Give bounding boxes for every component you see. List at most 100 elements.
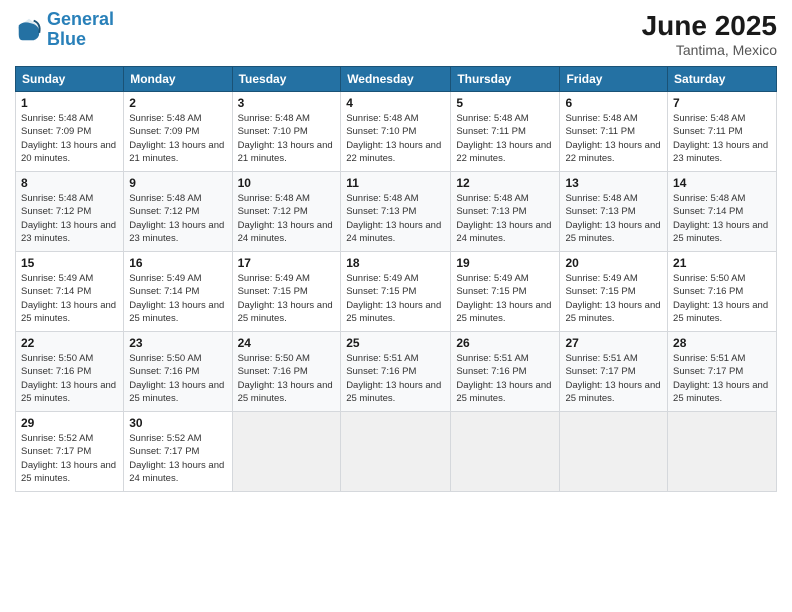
calendar-cell: 14 Sunrise: 5:48 AM Sunset: 7:14 PM Dayl…	[668, 172, 777, 252]
page-container: General Blue June 2025 Tantima, Mexico S…	[0, 0, 792, 612]
day-number: 13	[565, 176, 662, 190]
calendar-cell: 6 Sunrise: 5:48 AM Sunset: 7:11 PM Dayli…	[560, 92, 668, 172]
calendar-cell: 20 Sunrise: 5:49 AM Sunset: 7:15 PM Dayl…	[560, 252, 668, 332]
day-info: Sunrise: 5:48 AM Sunset: 7:12 PM Dayligh…	[129, 192, 226, 245]
header-monday: Monday	[124, 67, 232, 92]
day-info: Sunrise: 5:49 AM Sunset: 7:15 PM Dayligh…	[346, 272, 445, 325]
day-info: Sunrise: 5:49 AM Sunset: 7:14 PM Dayligh…	[129, 272, 226, 325]
day-number: 5	[456, 96, 554, 110]
calendar-cell	[451, 412, 560, 492]
calendar-row: 15 Sunrise: 5:49 AM Sunset: 7:14 PM Dayl…	[16, 252, 777, 332]
day-info: Sunrise: 5:51 AM Sunset: 7:16 PM Dayligh…	[346, 352, 445, 405]
day-number: 16	[129, 256, 226, 270]
day-number: 29	[21, 416, 118, 430]
day-info: Sunrise: 5:48 AM Sunset: 7:09 PM Dayligh…	[129, 112, 226, 165]
day-number: 23	[129, 336, 226, 350]
day-number: 17	[238, 256, 336, 270]
calendar-cell: 16 Sunrise: 5:49 AM Sunset: 7:14 PM Dayl…	[124, 252, 232, 332]
day-number: 8	[21, 176, 118, 190]
calendar-cell: 7 Sunrise: 5:48 AM Sunset: 7:11 PM Dayli…	[668, 92, 777, 172]
day-number: 7	[673, 96, 771, 110]
calendar-cell: 18 Sunrise: 5:49 AM Sunset: 7:15 PM Dayl…	[341, 252, 451, 332]
calendar-cell: 28 Sunrise: 5:51 AM Sunset: 7:17 PM Dayl…	[668, 332, 777, 412]
day-info: Sunrise: 5:48 AM Sunset: 7:11 PM Dayligh…	[673, 112, 771, 165]
day-info: Sunrise: 5:50 AM Sunset: 7:16 PM Dayligh…	[21, 352, 118, 405]
day-number: 24	[238, 336, 336, 350]
header-sunday: Sunday	[16, 67, 124, 92]
calendar-cell: 24 Sunrise: 5:50 AM Sunset: 7:16 PM Dayl…	[232, 332, 341, 412]
calendar-cell: 26 Sunrise: 5:51 AM Sunset: 7:16 PM Dayl…	[451, 332, 560, 412]
calendar-cell: 12 Sunrise: 5:48 AM Sunset: 7:13 PM Dayl…	[451, 172, 560, 252]
day-number: 30	[129, 416, 226, 430]
calendar-cell: 8 Sunrise: 5:48 AM Sunset: 7:12 PM Dayli…	[16, 172, 124, 252]
month-title: June 2025	[642, 10, 777, 42]
day-number: 11	[346, 176, 445, 190]
calendar-cell: 27 Sunrise: 5:51 AM Sunset: 7:17 PM Dayl…	[560, 332, 668, 412]
calendar-table: Sunday Monday Tuesday Wednesday Thursday…	[15, 66, 777, 492]
header: General Blue June 2025 Tantima, Mexico	[15, 10, 777, 58]
day-number: 21	[673, 256, 771, 270]
calendar-cell: 1 Sunrise: 5:48 AM Sunset: 7:09 PM Dayli…	[16, 92, 124, 172]
day-info: Sunrise: 5:51 AM Sunset: 7:17 PM Dayligh…	[673, 352, 771, 405]
logo-line2: Blue	[47, 30, 114, 50]
day-number: 14	[673, 176, 771, 190]
day-info: Sunrise: 5:48 AM Sunset: 7:13 PM Dayligh…	[565, 192, 662, 245]
day-number: 2	[129, 96, 226, 110]
day-info: Sunrise: 5:48 AM Sunset: 7:13 PM Dayligh…	[346, 192, 445, 245]
day-info: Sunrise: 5:49 AM Sunset: 7:14 PM Dayligh…	[21, 272, 118, 325]
day-number: 12	[456, 176, 554, 190]
logo-text: General Blue	[47, 10, 114, 50]
calendar-cell: 10 Sunrise: 5:48 AM Sunset: 7:12 PM Dayl…	[232, 172, 341, 252]
day-info: Sunrise: 5:48 AM Sunset: 7:12 PM Dayligh…	[21, 192, 118, 245]
day-info: Sunrise: 5:48 AM Sunset: 7:13 PM Dayligh…	[456, 192, 554, 245]
day-info: Sunrise: 5:51 AM Sunset: 7:17 PM Dayligh…	[565, 352, 662, 405]
day-number: 18	[346, 256, 445, 270]
logo: General Blue	[15, 10, 114, 50]
day-number: 1	[21, 96, 118, 110]
day-number: 19	[456, 256, 554, 270]
calendar-row: 22 Sunrise: 5:50 AM Sunset: 7:16 PM Dayl…	[16, 332, 777, 412]
calendar-cell: 25 Sunrise: 5:51 AM Sunset: 7:16 PM Dayl…	[341, 332, 451, 412]
calendar-cell: 29 Sunrise: 5:52 AM Sunset: 7:17 PM Dayl…	[16, 412, 124, 492]
location-subtitle: Tantima, Mexico	[642, 42, 777, 58]
calendar-cell: 13 Sunrise: 5:48 AM Sunset: 7:13 PM Dayl…	[560, 172, 668, 252]
title-block: June 2025 Tantima, Mexico	[642, 10, 777, 58]
calendar-cell: 21 Sunrise: 5:50 AM Sunset: 7:16 PM Dayl…	[668, 252, 777, 332]
day-number: 28	[673, 336, 771, 350]
calendar-cell: 11 Sunrise: 5:48 AM Sunset: 7:13 PM Dayl…	[341, 172, 451, 252]
day-info: Sunrise: 5:51 AM Sunset: 7:16 PM Dayligh…	[456, 352, 554, 405]
calendar-cell: 5 Sunrise: 5:48 AM Sunset: 7:11 PM Dayli…	[451, 92, 560, 172]
header-thursday: Thursday	[451, 67, 560, 92]
day-number: 22	[21, 336, 118, 350]
calendar-cell: 9 Sunrise: 5:48 AM Sunset: 7:12 PM Dayli…	[124, 172, 232, 252]
day-number: 26	[456, 336, 554, 350]
calendar-row: 29 Sunrise: 5:52 AM Sunset: 7:17 PM Dayl…	[16, 412, 777, 492]
day-info: Sunrise: 5:49 AM Sunset: 7:15 PM Dayligh…	[456, 272, 554, 325]
header-tuesday: Tuesday	[232, 67, 341, 92]
day-info: Sunrise: 5:48 AM Sunset: 7:11 PM Dayligh…	[456, 112, 554, 165]
calendar-cell	[668, 412, 777, 492]
day-number: 20	[565, 256, 662, 270]
logo-icon	[15, 16, 43, 44]
calendar-row: 1 Sunrise: 5:48 AM Sunset: 7:09 PM Dayli…	[16, 92, 777, 172]
day-number: 25	[346, 336, 445, 350]
day-info: Sunrise: 5:49 AM Sunset: 7:15 PM Dayligh…	[238, 272, 336, 325]
day-number: 3	[238, 96, 336, 110]
calendar-cell: 3 Sunrise: 5:48 AM Sunset: 7:10 PM Dayli…	[232, 92, 341, 172]
day-number: 15	[21, 256, 118, 270]
calendar-cell	[560, 412, 668, 492]
day-info: Sunrise: 5:52 AM Sunset: 7:17 PM Dayligh…	[21, 432, 118, 485]
day-info: Sunrise: 5:52 AM Sunset: 7:17 PM Dayligh…	[129, 432, 226, 485]
calendar-cell: 15 Sunrise: 5:49 AM Sunset: 7:14 PM Dayl…	[16, 252, 124, 332]
day-number: 9	[129, 176, 226, 190]
day-info: Sunrise: 5:49 AM Sunset: 7:15 PM Dayligh…	[565, 272, 662, 325]
calendar-cell: 23 Sunrise: 5:50 AM Sunset: 7:16 PM Dayl…	[124, 332, 232, 412]
header-saturday: Saturday	[668, 67, 777, 92]
calendar-cell: 30 Sunrise: 5:52 AM Sunset: 7:17 PM Dayl…	[124, 412, 232, 492]
day-info: Sunrise: 5:48 AM Sunset: 7:11 PM Dayligh…	[565, 112, 662, 165]
calendar-cell: 4 Sunrise: 5:48 AM Sunset: 7:10 PM Dayli…	[341, 92, 451, 172]
calendar-cell: 22 Sunrise: 5:50 AM Sunset: 7:16 PM Dayl…	[16, 332, 124, 412]
day-info: Sunrise: 5:48 AM Sunset: 7:10 PM Dayligh…	[346, 112, 445, 165]
calendar-row: 8 Sunrise: 5:48 AM Sunset: 7:12 PM Dayli…	[16, 172, 777, 252]
day-info: Sunrise: 5:48 AM Sunset: 7:12 PM Dayligh…	[238, 192, 336, 245]
